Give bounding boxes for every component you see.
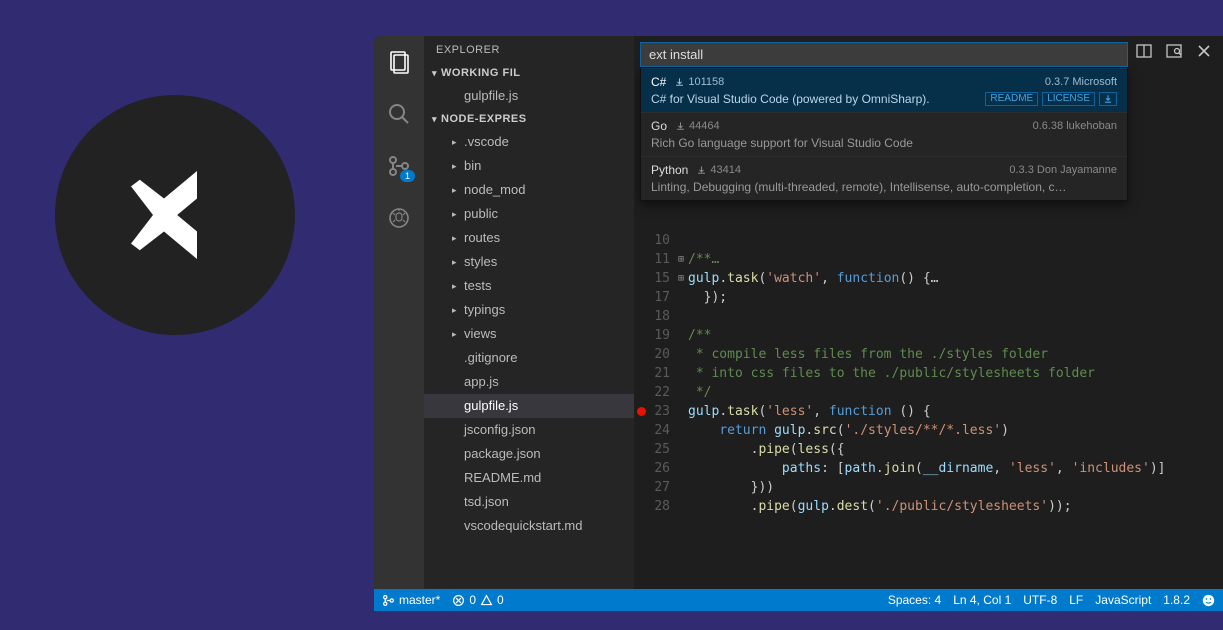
tree-file[interactable]: package.json (424, 442, 634, 466)
code-line[interactable]: 26 paths: [path.join(__dirname, 'less', … (634, 459, 1223, 478)
tree-file[interactable]: jsconfig.json (424, 418, 634, 442)
vscode-logo-icon (120, 160, 230, 270)
status-position[interactable]: Ln 4, Col 1 (953, 593, 1011, 607)
tree-folder[interactable]: node_mod (424, 178, 634, 202)
tree-folder[interactable]: .vscode (424, 130, 634, 154)
readme-button[interactable]: README (985, 92, 1038, 106)
extension-meta: 0.3.7 Microsoft (1045, 76, 1117, 88)
tree-folder[interactable]: bin (424, 154, 634, 178)
extension-name: Go (651, 119, 667, 133)
git-icon[interactable]: 1 (385, 152, 413, 180)
explorer-icon[interactable] (385, 48, 413, 76)
download-count: 101158 (674, 76, 724, 88)
working-file-item[interactable]: gulpfile.js (424, 84, 634, 108)
code-line[interactable]: 20 * compile less files from the ./style… (634, 345, 1223, 364)
extension-item[interactable]: Go 44464 0.6.38 lukehoban Rich Go language … (641, 112, 1127, 156)
tree-folder[interactable]: routes (424, 226, 634, 250)
tree-file[interactable]: app.js (424, 370, 634, 394)
download-count: 43414 (696, 164, 741, 176)
status-eol[interactable]: LF (1069, 593, 1083, 607)
code-editor[interactable]: 1011⊞/**…15⊞gulp.task('watch', function(… (634, 231, 1223, 589)
tree-folder[interactable]: typings (424, 298, 634, 322)
code-line[interactable]: 22 */ (634, 383, 1223, 402)
status-errors[interactable]: 0 0 (452, 593, 503, 607)
split-editor-icon[interactable] (1135, 42, 1153, 60)
code-line[interactable]: 24 return gulp.src('./styles/**/*.less') (634, 421, 1223, 440)
more-toolbar-icon[interactable] (1165, 42, 1183, 60)
tree-folder[interactable]: views (424, 322, 634, 346)
sidebar-title: EXPLORER (424, 36, 634, 64)
status-bar: master* 0 0 Spaces: 4 Ln 4, Col 1 UTF-8 … (374, 589, 1223, 611)
code-line[interactable]: 11⊞/**… (634, 250, 1223, 269)
code-line[interactable]: 18 (634, 307, 1223, 326)
ide-window: 1 EXPLORER WORKING FIL gulpfile.js NODE-… (374, 36, 1223, 611)
extension-description: C# for Visual Studio Code (powered by Om… (651, 92, 930, 106)
fold-icon[interactable]: ⊞ (678, 269, 684, 288)
fold-icon[interactable]: ⊞ (678, 250, 684, 269)
tree-file[interactable]: gulpfile.js (424, 394, 634, 418)
extension-meta: 0.3.3 Don Jayamanne (1009, 164, 1117, 176)
working-files-header[interactable]: WORKING FIL (424, 64, 634, 82)
extension-description: Linting, Debugging (multi-threaded, remo… (651, 180, 1067, 194)
code-line[interactable]: 10 (634, 231, 1223, 250)
debug-icon[interactable] (385, 204, 413, 232)
tree-folder[interactable]: tests (424, 274, 634, 298)
extension-item[interactable]: C# 101158 0.3.7 Microsoft C# for Visual Stu… (641, 68, 1127, 112)
status-feedback-icon[interactable] (1202, 594, 1215, 607)
license-button[interactable]: LICENSE (1042, 92, 1095, 106)
tree-file[interactable]: README.md (424, 466, 634, 490)
extension-meta: 0.6.38 lukehoban (1033, 120, 1117, 132)
code-line[interactable]: 25 .pipe(less({ (634, 440, 1223, 459)
code-line[interactable]: 23gulp.task('less', function () { (634, 402, 1223, 421)
tree-file[interactable]: vscodequickstart.md (424, 514, 634, 538)
status-spaces[interactable]: Spaces: 4 (888, 593, 941, 607)
close-editor-icon[interactable] (1195, 42, 1213, 60)
install-icon[interactable] (1099, 92, 1117, 106)
code-line[interactable]: 17 }); (634, 288, 1223, 307)
status-language[interactable]: JavaScript (1095, 593, 1151, 607)
extension-item[interactable]: Python 43414 0.3.3 Don Jayamanne Linting, D… (641, 156, 1127, 200)
editor: C# 101158 0.3.7 Microsoft C# for Visual Stu… (634, 36, 1223, 589)
tree-folder[interactable]: public (424, 202, 634, 226)
status-encoding[interactable]: UTF-8 (1023, 593, 1057, 607)
tree-folder[interactable]: styles (424, 250, 634, 274)
sidebar: EXPLORER WORKING FIL gulpfile.js NODE-EX… (424, 36, 634, 589)
activity-bar: 1 (374, 36, 424, 589)
code-line[interactable]: 27 })) (634, 478, 1223, 497)
tree-file[interactable]: .gitignore (424, 346, 634, 370)
command-palette: C# 101158 0.3.7 Microsoft C# for Visual Stu… (634, 36, 1134, 201)
search-icon[interactable] (385, 100, 413, 128)
breakpoint-icon[interactable] (637, 407, 646, 416)
extension-name: C# (651, 75, 666, 89)
code-line[interactable]: 15⊞gulp.task('watch', function() {… (634, 269, 1223, 288)
code-line[interactable]: 19/** (634, 326, 1223, 345)
extension-name: Python (651, 163, 688, 177)
palette-input[interactable] (640, 42, 1128, 67)
extension-description: Rich Go language support for Visual Stud… (651, 136, 913, 150)
code-line[interactable]: 21 * into css files to the ./public/styl… (634, 364, 1223, 383)
status-version[interactable]: 1.8.2 (1163, 593, 1190, 607)
tree-file[interactable]: tsd.json (424, 490, 634, 514)
git-badge: 1 (400, 170, 415, 182)
project-header[interactable]: NODE-EXPRES (424, 110, 634, 128)
code-line[interactable]: 28 .pipe(gulp.dest('./public/stylesheets… (634, 497, 1223, 516)
status-branch[interactable]: master* (382, 593, 440, 607)
vscode-logo (55, 95, 295, 335)
download-count: 44464 (675, 120, 720, 132)
